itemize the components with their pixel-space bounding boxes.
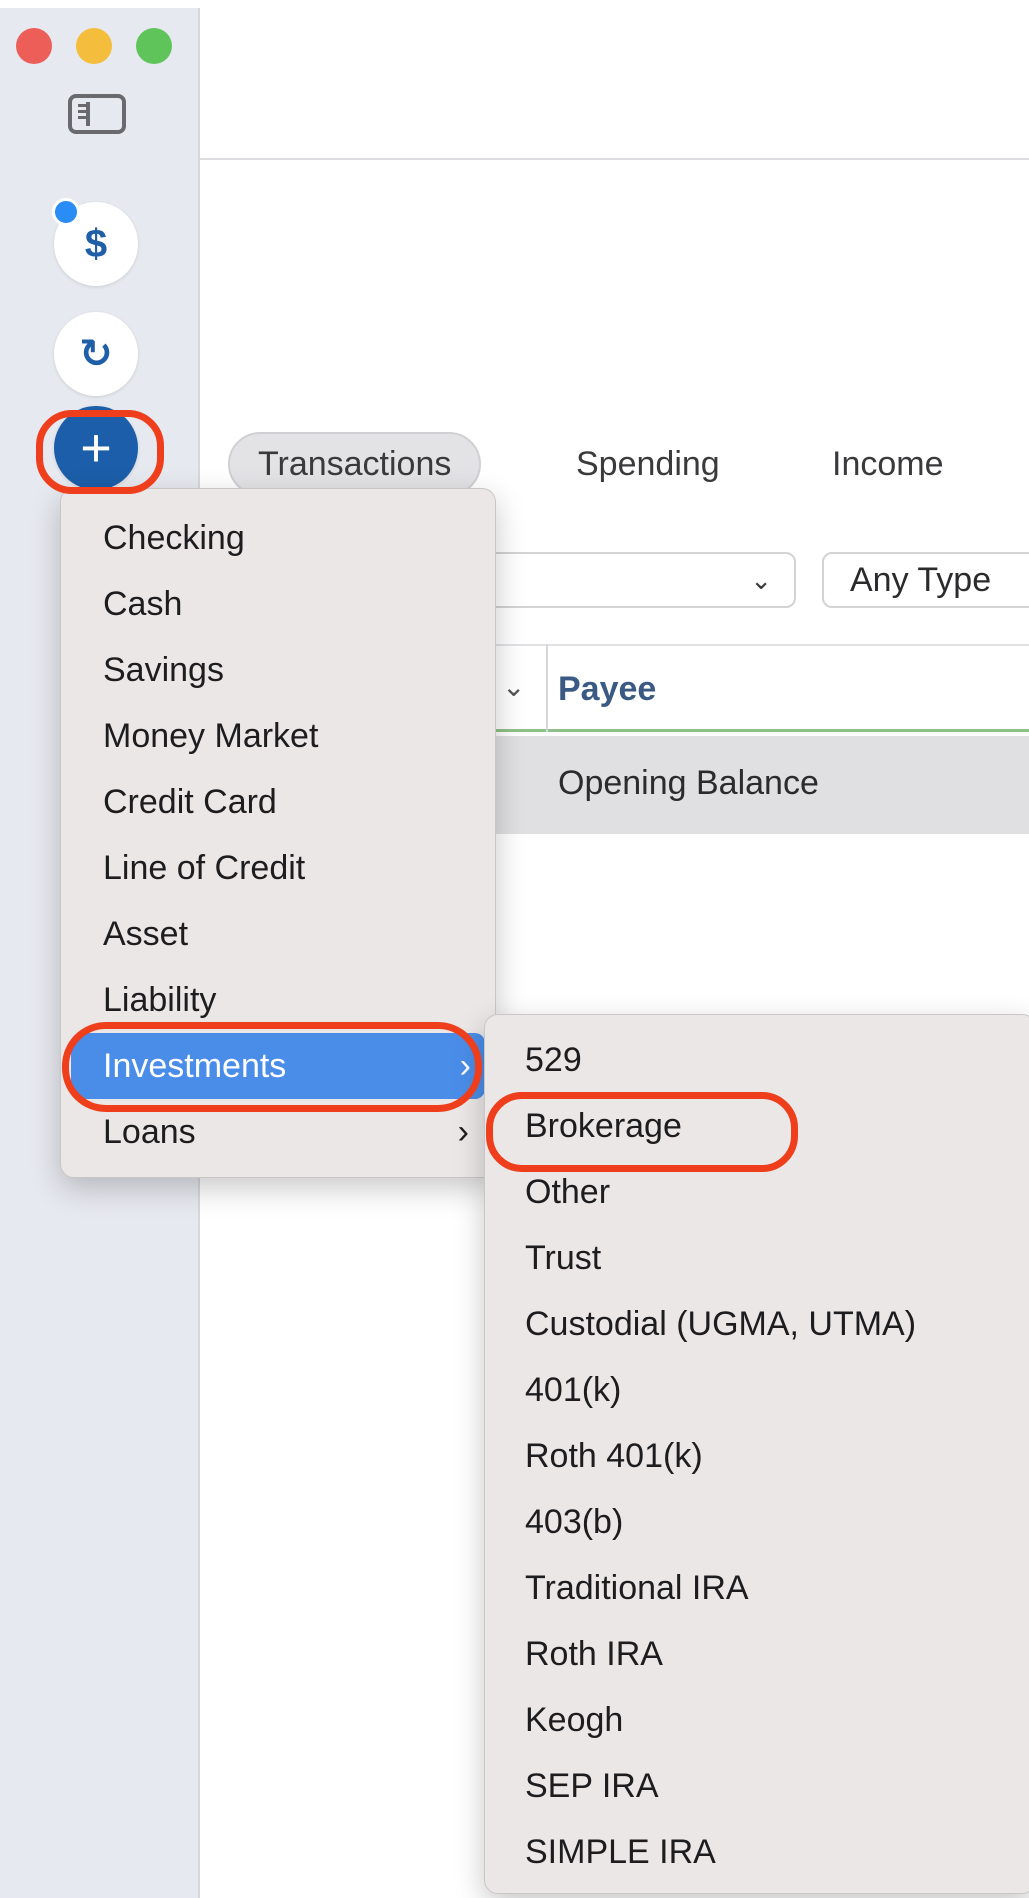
menu-item-label: Roth IRA bbox=[525, 1634, 663, 1673]
submenu-item-simple-ira[interactable]: SIMPLE IRA bbox=[525, 1819, 1025, 1885]
add-account-menu: Checking Cash Savings Money Market Credi… bbox=[60, 488, 496, 1178]
menu-item-label: Roth 401(k) bbox=[525, 1436, 703, 1475]
menu-item-money-market[interactable]: Money Market bbox=[103, 703, 483, 769]
menu-item-label: Credit Card bbox=[103, 782, 277, 821]
menu-item-label: SEP IRA bbox=[525, 1766, 659, 1805]
menu-item-liability[interactable]: Liability bbox=[103, 967, 483, 1033]
close-window-button[interactable] bbox=[16, 28, 52, 64]
sidebar-toggle-icon[interactable] bbox=[68, 94, 126, 134]
submenu-item-brokerage[interactable]: Brokerage bbox=[525, 1093, 1025, 1159]
zoom-window-button[interactable] bbox=[136, 28, 172, 64]
menu-item-label: Other bbox=[525, 1172, 611, 1211]
menu-item-label: Cash bbox=[103, 584, 183, 623]
submenu-item-traditional-ira[interactable]: Traditional IRA bbox=[525, 1555, 1025, 1621]
notification-badge bbox=[52, 198, 80, 226]
tab-label: Transactions bbox=[258, 444, 452, 483]
type-filter-select[interactable]: Any Type bbox=[822, 552, 1029, 608]
dollar-icon: $ bbox=[84, 221, 108, 266]
chevron-right-icon: › bbox=[459, 1046, 471, 1085]
sidebar-pane-icon bbox=[76, 102, 90, 126]
submenu-item-sep-ira[interactable]: SEP IRA bbox=[525, 1753, 1025, 1819]
type-filter-value: Any Type bbox=[850, 560, 992, 599]
submenu-item-trust[interactable]: Trust bbox=[525, 1225, 1025, 1291]
menu-item-savings[interactable]: Savings bbox=[103, 637, 483, 703]
menu-item-label: Loans bbox=[103, 1112, 196, 1151]
investments-submenu: 529 Brokerage Other Trust Custodial (UGM… bbox=[484, 1014, 1029, 1894]
menu-item-cash[interactable]: Cash bbox=[103, 571, 483, 637]
menu-item-label: Checking bbox=[103, 518, 245, 557]
submenu-item-401k[interactable]: 401(k) bbox=[525, 1357, 1025, 1423]
menu-item-label: Brokerage bbox=[525, 1106, 682, 1145]
menu-item-label: 401(k) bbox=[525, 1370, 622, 1409]
menu-item-investments[interactable]: Investments › bbox=[71, 1033, 485, 1099]
empty-content-area bbox=[200, 1174, 428, 1894]
submenu-item-keogh[interactable]: Keogh bbox=[525, 1687, 1025, 1753]
tab-spending[interactable]: Spending bbox=[548, 432, 748, 496]
menu-item-asset[interactable]: Asset bbox=[103, 901, 483, 967]
window-toolbar bbox=[200, 8, 1029, 160]
submenu-item-custodial[interactable]: Custodial (UGMA, UTMA) bbox=[525, 1291, 1025, 1357]
refresh-icon: ↻ bbox=[79, 332, 113, 376]
column-divider[interactable] bbox=[546, 644, 548, 732]
submenu-item-529[interactable]: 529 bbox=[525, 1027, 1025, 1093]
refresh-button[interactable]: ↻ bbox=[54, 312, 138, 396]
payee-cell: Opening Balance bbox=[558, 764, 819, 802]
tab-label: Spending bbox=[576, 444, 720, 483]
menu-item-loans[interactable]: Loans › bbox=[103, 1099, 483, 1165]
menu-item-checking[interactable]: Checking bbox=[103, 505, 483, 571]
menu-item-label: 403(b) bbox=[525, 1502, 624, 1541]
submenu-item-roth-ira[interactable]: Roth IRA bbox=[525, 1621, 1025, 1687]
menu-item-label: Investments bbox=[103, 1046, 287, 1085]
menu-item-label: Money Market bbox=[103, 716, 319, 755]
menu-item-label: Line of Credit bbox=[103, 848, 306, 887]
menu-item-credit-card[interactable]: Credit Card bbox=[103, 769, 483, 835]
menu-item-label: SIMPLE IRA bbox=[525, 1832, 716, 1871]
column-header-payee[interactable]: Payee bbox=[558, 670, 656, 709]
add-account-button[interactable]: + bbox=[54, 406, 138, 490]
menu-item-label: Traditional IRA bbox=[525, 1568, 749, 1607]
menu-item-label: 529 bbox=[525, 1040, 582, 1079]
menu-item-label: Liability bbox=[103, 980, 217, 1019]
tab-transactions[interactable]: Transactions bbox=[228, 432, 482, 496]
menu-item-label: Savings bbox=[103, 650, 224, 689]
window-top-edge bbox=[0, 0, 1029, 8]
submenu-item-roth-401k[interactable]: Roth 401(k) bbox=[525, 1423, 1025, 1489]
chevron-right-icon: › bbox=[457, 1112, 469, 1151]
menu-item-line-of-credit[interactable]: Line of Credit bbox=[103, 835, 483, 901]
menu-item-label: Asset bbox=[103, 914, 189, 953]
submenu-item-403b[interactable]: 403(b) bbox=[525, 1489, 1025, 1555]
menu-item-label: Trust bbox=[525, 1238, 602, 1277]
chevron-down-icon: ⌄ bbox=[750, 564, 772, 595]
menu-item-label: Keogh bbox=[525, 1700, 624, 1739]
minimize-window-button[interactable] bbox=[76, 28, 112, 64]
plus-icon: + bbox=[80, 418, 112, 478]
tab-label: Income bbox=[832, 444, 944, 483]
submenu-item-other[interactable]: Other bbox=[525, 1159, 1025, 1225]
menu-item-label: Custodial (UGMA, UTMA) bbox=[525, 1304, 917, 1343]
sort-chevron-icon[interactable]: ⌄ bbox=[502, 670, 525, 703]
tab-income[interactable]: Income bbox=[804, 432, 972, 496]
